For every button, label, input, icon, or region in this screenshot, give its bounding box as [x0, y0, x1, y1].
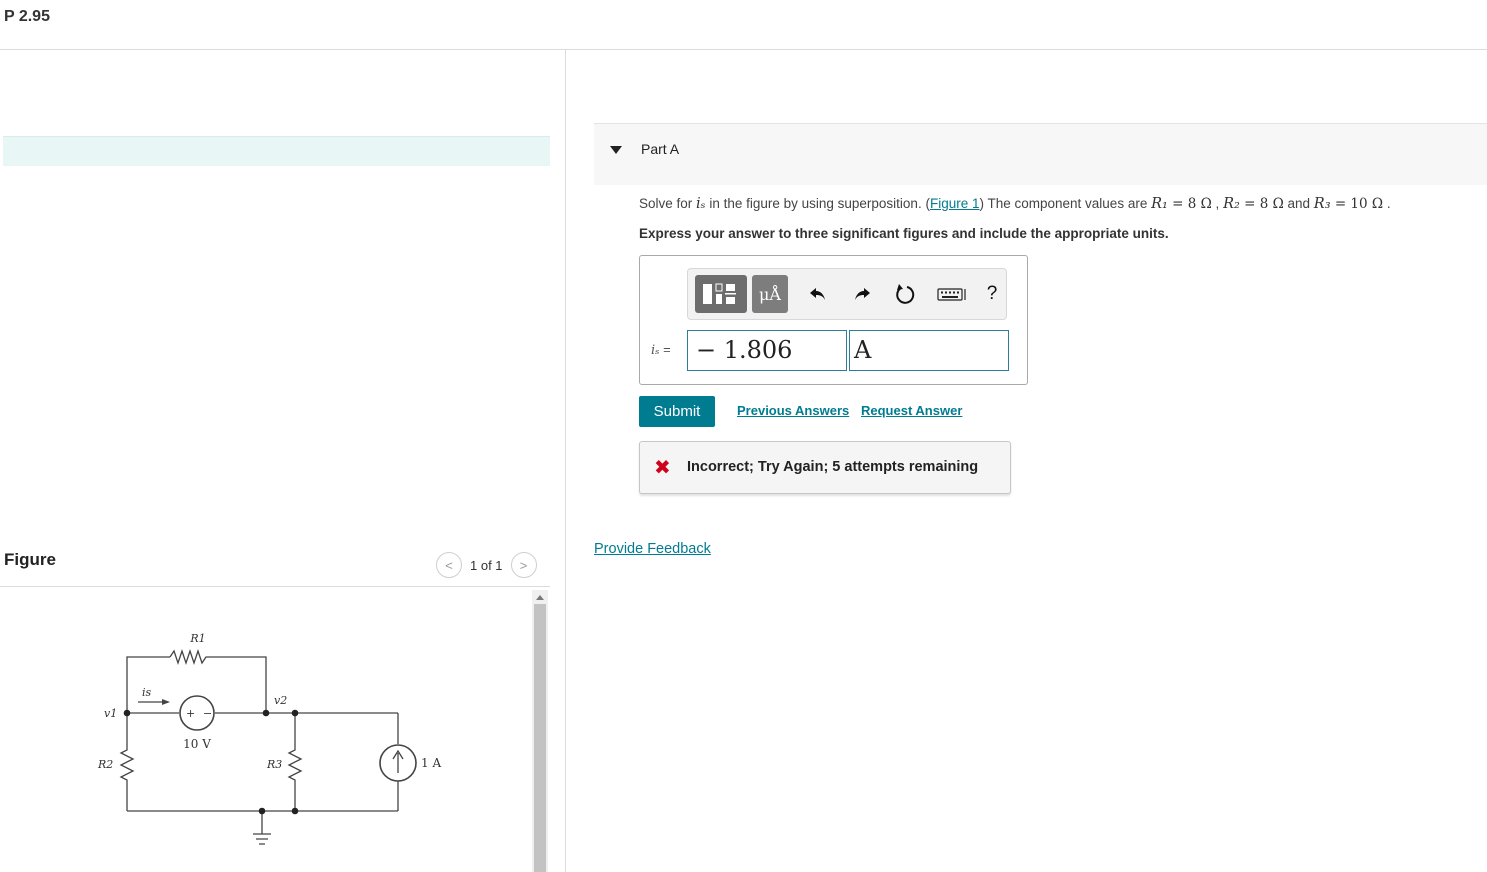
figure-link[interactable]: Figure 1	[930, 196, 980, 211]
r3-value: = 10 Ω	[1330, 196, 1384, 212]
question-segment: ,	[1211, 196, 1224, 211]
r1-label: R1	[189, 632, 205, 645]
question-segment: in the figure by using superposition. (	[705, 196, 930, 211]
answer-variable: iₛ	[651, 343, 660, 358]
chevron-right-icon: >	[519, 557, 528, 573]
column-divider	[565, 50, 566, 872]
part-a-title: Part A	[641, 141, 680, 157]
answer-label: iₛ =	[651, 342, 671, 358]
scroll-up-arrow-icon[interactable]	[532, 590, 548, 604]
r2-symbol: R₂	[1223, 196, 1240, 212]
answer-equals: =	[659, 342, 671, 357]
part-a-header[interactable]: Part A	[594, 123, 1487, 185]
r3-label: R3	[266, 758, 282, 771]
info-banner	[3, 136, 550, 166]
circuit-diagram: R1 R2 R3 v1 v2 is + − 10 V 1 A	[97, 632, 441, 845]
r2-value: = 8 Ω	[1239, 196, 1284, 212]
scroll-thumb[interactable]	[534, 604, 546, 872]
figure-scrollbar[interactable]	[532, 590, 548, 872]
question-variable: iₛ	[696, 196, 706, 212]
r1-symbol: R₁	[1151, 196, 1168, 212]
undo-icon[interactable]	[806, 282, 830, 306]
feedback-message: Incorrect; Try Again; 5 attempts remaini…	[687, 459, 979, 475]
answer-box: μÅ ? iₛ = − 1.806 A	[639, 255, 1028, 385]
v2-label: v2	[274, 694, 287, 707]
request-answer-link[interactable]: Request Answer	[861, 403, 962, 418]
feedback-box: ✖ Incorrect; Try Again; 5 attempts remai…	[639, 441, 1011, 494]
figure-heading: Figure	[4, 550, 56, 569]
help-button[interactable]: ?	[980, 282, 1004, 306]
source-plus-sign: +	[186, 707, 195, 720]
figure-next-button[interactable]: >	[510, 552, 537, 578]
question-segment: Solve for	[639, 196, 697, 211]
templates-icon	[703, 283, 736, 304]
header-divider	[0, 49, 1487, 50]
question-segment: and	[1283, 196, 1314, 211]
keyboard-icon[interactable]	[937, 282, 969, 306]
is-label: is	[142, 686, 152, 699]
instruction-text: Express your answer to three significant…	[639, 226, 1169, 241]
question-segment: ) The component values are	[979, 196, 1152, 211]
math-toolbar: μÅ ?	[687, 268, 1007, 320]
answer-unit-input[interactable]: A	[849, 330, 1009, 371]
v1-label: v1	[104, 707, 117, 720]
reset-icon[interactable]	[893, 282, 917, 306]
page-title: P 2.95	[4, 8, 50, 25]
r2-label: R2	[97, 758, 113, 771]
templates-button[interactable]	[695, 275, 747, 313]
previous-answers-link[interactable]: Previous Answers	[737, 403, 849, 418]
voltage-source-label: 10 V	[183, 737, 211, 751]
units-button[interactable]: μÅ	[752, 275, 788, 313]
r3-symbol: R₃	[1313, 196, 1331, 212]
source-minus-sign: −	[203, 707, 212, 720]
figure-divider	[0, 586, 550, 587]
redo-icon[interactable]	[850, 282, 874, 306]
figure-navigation: < 1 of 1 >	[436, 552, 537, 578]
current-source-label: 1 A	[421, 756, 441, 770]
provide-feedback-link[interactable]: Provide Feedback	[594, 541, 711, 557]
figure-prev-button[interactable]: <	[436, 552, 462, 578]
figure-counter: 1 of 1	[470, 557, 503, 573]
r1-value: = 8 Ω	[1167, 196, 1212, 212]
incorrect-x-icon: ✖	[654, 457, 671, 479]
caret-down-icon	[610, 146, 622, 154]
question-segment: .	[1383, 196, 1391, 211]
question-text: Solve for iₛ in the figure by using supe…	[639, 196, 1391, 212]
chevron-left-icon: <	[445, 557, 453, 573]
submit-button[interactable]: Submit	[639, 396, 715, 427]
answer-value-input[interactable]: − 1.806	[687, 330, 847, 371]
